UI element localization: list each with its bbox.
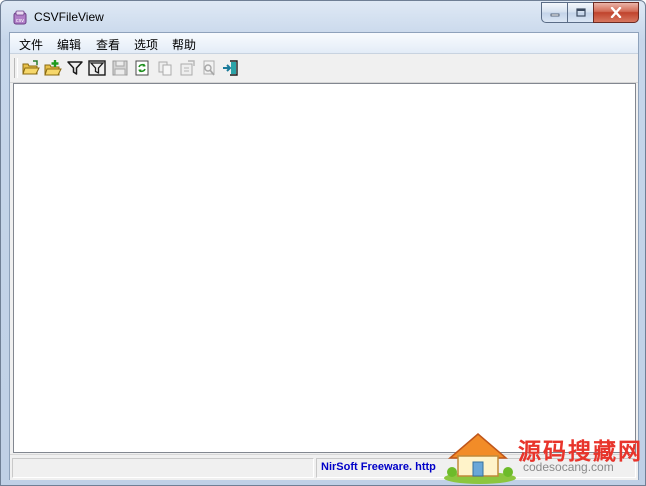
toolbar: [10, 54, 638, 83]
menu-view[interactable]: 查看: [96, 36, 120, 53]
open-add-folder-icon: [44, 60, 62, 76]
minimize-icon: [550, 13, 559, 16]
close-icon: [610, 7, 622, 18]
open-button[interactable]: [21, 58, 41, 78]
menu-file[interactable]: 文件: [19, 36, 43, 53]
menu-options[interactable]: 选项: [134, 36, 158, 53]
advanced-filter-button[interactable]: [87, 58, 107, 78]
close-button[interactable]: [593, 2, 639, 23]
menu-edit[interactable]: 编辑: [57, 36, 81, 53]
copy-button[interactable]: [155, 58, 175, 78]
status-pane-count: [12, 458, 314, 478]
nirsoft-link[interactable]: NirSoft Freeware. http: [321, 461, 436, 473]
properties-icon: [180, 60, 195, 76]
watermark-site-url: codesocang.com: [523, 460, 614, 474]
app-window: csv CSVFileView 文件 编辑 查看 选项 帮助 NirSoft F…: [0, 0, 646, 486]
find-button[interactable]: [199, 58, 219, 78]
house-logo-icon: [444, 433, 516, 484]
svg-text:csv: csv: [16, 18, 24, 24]
filter-button[interactable]: [65, 58, 85, 78]
properties-button[interactable]: [177, 58, 197, 78]
refresh-button[interactable]: [132, 58, 152, 78]
open-add-button[interactable]: [43, 58, 63, 78]
exit-icon: [223, 60, 238, 76]
copy-icon: [158, 61, 172, 76]
minimize-button[interactable]: [541, 2, 567, 23]
csv-data-list[interactable]: [13, 83, 636, 453]
refresh-icon: [135, 60, 149, 76]
exit-button[interactable]: [221, 58, 241, 78]
filter-icon: [67, 61, 83, 75]
menu-bar: 文件 编辑 查看 选项 帮助: [10, 33, 638, 54]
maximize-button[interactable]: [567, 2, 593, 23]
find-icon: [203, 60, 215, 76]
save-button[interactable]: [110, 58, 130, 78]
client-area: 文件 编辑 查看 选项 帮助 NirSoft Freeware. http: [9, 32, 639, 480]
menu-help[interactable]: 帮助: [172, 36, 196, 53]
toolbar-grip[interactable]: [14, 58, 18, 78]
open-folder-icon: [22, 60, 40, 75]
csv-app-icon: csv: [12, 10, 28, 26]
save-icon: [112, 60, 128, 76]
maximize-icon: [575, 7, 586, 17]
window-title: CSVFileView: [34, 10, 104, 24]
title-bar[interactable]: csv CSVFileView: [1, 1, 645, 33]
caption-buttons: [541, 2, 639, 23]
filter-box-icon: [88, 60, 106, 76]
watermark: 源码搜藏网 codesocang.com: [440, 428, 644, 484]
